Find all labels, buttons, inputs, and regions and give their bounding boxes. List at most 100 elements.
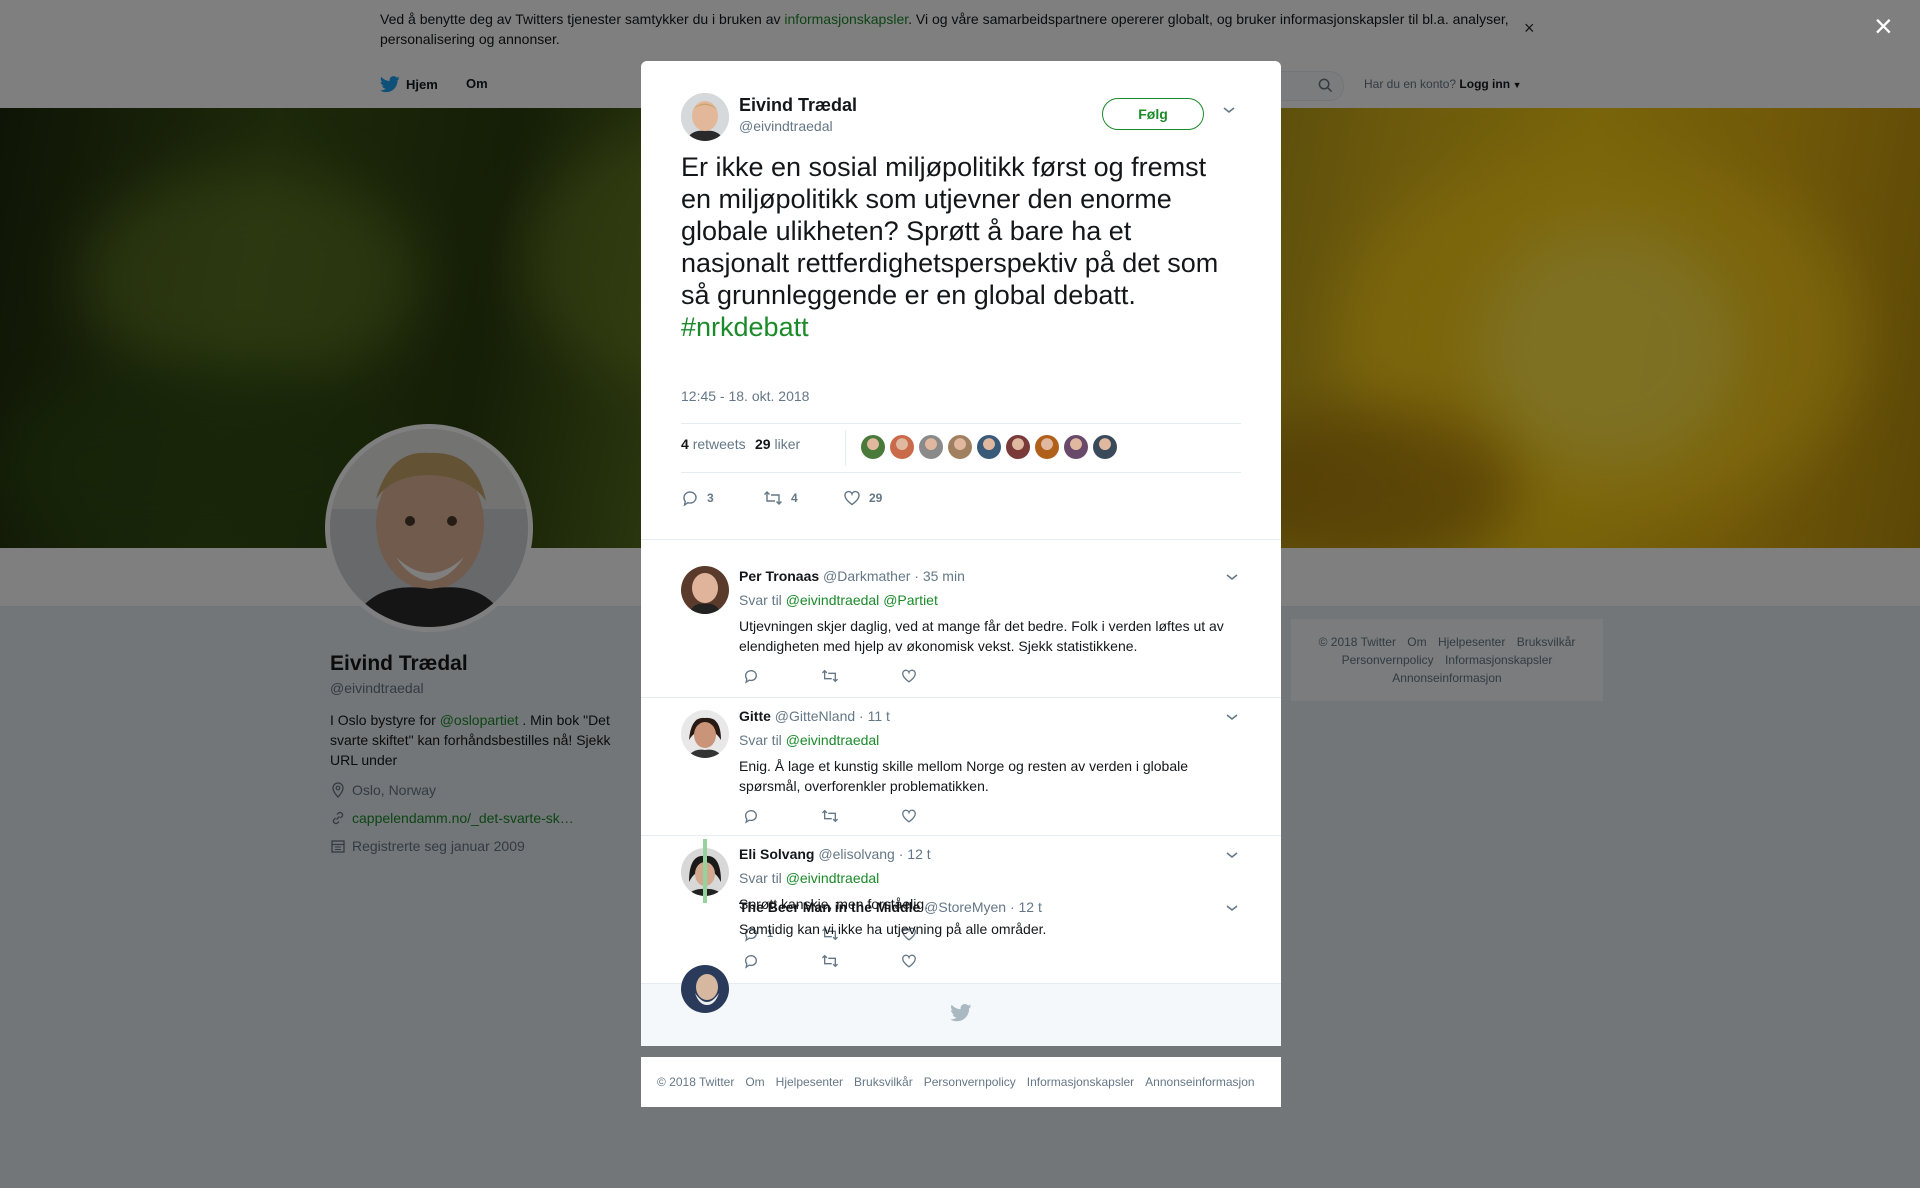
reply-time[interactable]: · 11 t [859,708,890,724]
reply-avatar[interactable] [681,965,729,1013]
reply-action[interactable] [743,808,759,824]
reply-icon [745,928,757,942]
liker-avatar[interactable] [890,435,914,459]
liker-avatar[interactable] [1006,435,1030,459]
reply-author-handle[interactable]: @GitteNland [775,708,855,724]
heart-icon [902,809,916,823]
retweets-stat-label: retweets [692,436,746,452]
tweet-author-handle[interactable]: @eivindtraedal [739,118,833,134]
retweets-stat[interactable]: 4 retweets [681,436,746,452]
reply-to-label: Svar til [739,732,782,748]
tweet-modal: Eivind Trædal @eivindtraedal Følg Er ikk… [641,61,1281,1046]
retweet-icon [821,927,839,941]
reply-tweet[interactable] [641,951,1281,1013]
footer-copyright: © 2018 Twitter [657,1075,735,1089]
liker-avatars [861,435,1117,459]
modal-footer: © 2018 Twitter Om Hjelpesenter Bruksvilk… [641,1057,1281,1107]
reply-text: Sprøtt kanskje, men forståelig. [739,896,929,912]
reply-to-line: Svar til @eivindtraedal [739,870,879,886]
reply-to-label: Svar til [739,592,782,608]
liker-avatar[interactable] [977,435,1001,459]
liker-avatar[interactable] [948,435,972,459]
likes-stat-count: 29 [755,436,771,452]
reply-author-handle[interactable]: @elisolvang [818,846,894,862]
reply-author-name[interactable]: Per Tronaas [739,568,819,584]
retweet-action[interactable]: 4 [763,489,798,507]
reply-time[interactable]: · 35 min [914,568,965,584]
chevron-down-icon[interactable] [1225,712,1239,722]
tweet-text: Er ikke en sosial miljøpolitikk først og… [681,151,1241,343]
retweet-action[interactable] [821,926,839,942]
tweet-actions: 3 4 29 [681,485,1241,513]
tweet-author-name[interactable]: Eivind Trædal [739,95,857,116]
footer-cookies-link[interactable]: Informasjonskapsler [1027,1075,1134,1089]
like-action[interactable] [901,668,917,684]
heart-icon [902,669,916,683]
heart-icon [902,927,916,941]
retweet-action[interactable] [821,668,839,684]
reply-icon [745,810,757,824]
reply-header: Per Tronaas @Darkmather · 35 min [739,568,965,584]
reply-to-mention[interactable]: @eivindtraedal [786,592,880,608]
tweet-body: Er ikke en sosial miljøpolitikk først og… [681,152,1219,310]
reply-count: 3 [707,491,714,505]
tweet-stats: 4 retweets 29 liker [681,423,1241,473]
likes-stat[interactable]: 29 liker [755,436,800,452]
tweet-timestamp[interactable]: 12:45 - 18. okt. 2018 [681,388,809,404]
reply-action[interactable]: 1 [743,926,773,942]
reply-time[interactable]: · 12 t [899,846,931,862]
reply-to-mention[interactable]: @Partiet [883,592,938,608]
reply-actions: 1 [743,926,1043,946]
footer-terms-link[interactable]: Bruksvilkår [854,1075,913,1089]
reply-action[interactable]: 3 [681,489,714,507]
footer-ads-link[interactable]: Annonseinformasjon [1145,1075,1254,1089]
reply-icon [745,670,757,684]
retweets-stat-count: 4 [681,436,689,452]
reply-header: Eli Solvang @elisolvang · 12 t [739,846,931,862]
reply-to-mention[interactable]: @eivindtraedal [786,870,880,886]
liker-avatar[interactable] [1035,435,1059,459]
reply-tweet[interactable]: Gitte @GitteNland · 11 t Svar til @eivin… [641,697,1281,836]
thread-connector-line [703,839,707,903]
retweet-icon [821,669,839,683]
reply-author-handle[interactable]: @Darkmather [823,568,910,584]
liker-avatar[interactable] [861,435,885,459]
reply-action[interactable] [743,668,759,684]
retweet-action[interactable] [821,808,839,824]
tweet-author-avatar[interactable] [681,93,729,141]
like-action[interactable] [901,808,917,824]
reply-count: 1 [767,928,774,940]
chevron-down-icon[interactable] [1222,105,1236,115]
chevron-down-icon[interactable] [1225,850,1239,860]
like-action[interactable]: 29 [843,489,882,507]
reply-to-mention[interactable]: @eivindtraedal [786,732,880,748]
liker-avatar[interactable] [919,435,943,459]
likes-stat-label: liker [774,436,801,452]
follow-button[interactable]: Følg [1102,98,1204,130]
reply-author-name[interactable]: Eli Solvang [739,846,814,862]
hashtag-link[interactable]: #nrkdebatt [681,312,809,342]
retweet-icon [821,809,839,823]
liker-avatar[interactable] [1064,435,1088,459]
heart-icon [844,490,860,506]
close-modal-button[interactable]: × [1874,10,1893,42]
reply-icon [683,491,697,507]
reply-text: Enig. Å lage et kunstig skille mellom No… [739,758,1189,794]
reply-actions [743,808,1043,828]
reply-to-label: Svar til [739,870,782,886]
liker-avatar[interactable] [1093,435,1117,459]
reply-tweet[interactable]: Per Tronaas @Darkmather · 35 min Svar ti… [641,539,1281,698]
reply-avatar[interactable] [681,566,729,614]
footer-privacy-link[interactable]: Personvernpolicy [924,1075,1016,1089]
chevron-down-icon[interactable] [1225,572,1239,582]
reply-to-line: Svar til @eivindtraedal [739,732,879,748]
footer-about-link[interactable]: Om [745,1075,764,1089]
reply-to-line: Svar til @eivindtraedal @Partiet [739,592,938,608]
reply-avatar[interactable] [681,710,729,758]
reply-author-name[interactable]: Gitte [739,708,771,724]
like-action[interactable] [901,926,917,942]
reply-actions [743,668,1043,688]
reply-header: Gitte @GitteNland · 11 t [739,708,890,724]
like-count: 29 [869,491,883,505]
footer-help-link[interactable]: Hjelpesenter [776,1075,843,1089]
